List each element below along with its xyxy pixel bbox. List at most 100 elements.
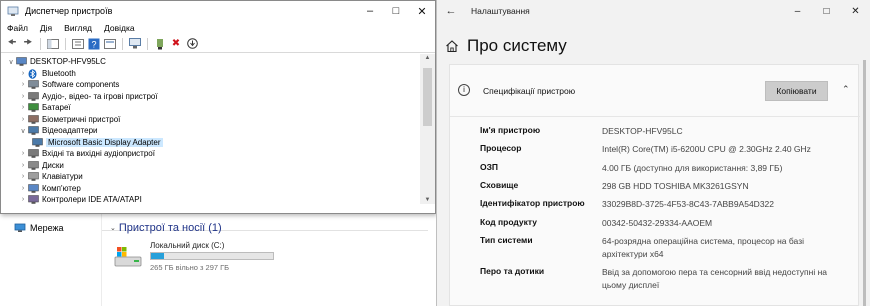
drive-usage-fill (151, 253, 165, 259)
spec-value: 64-розрядна операційна система, процесор… (602, 236, 804, 259)
vertical-scrollbar[interactable]: ▲ ▼ (420, 54, 435, 204)
toolbar-separator (40, 37, 41, 50)
close-button[interactable]: ✕ (409, 1, 435, 21)
spec-key: Процесор (480, 143, 522, 153)
close-button[interactable]: ✕ (841, 0, 870, 22)
details-icon[interactable] (103, 37, 117, 51)
keyboard-icon (28, 172, 39, 182)
tree-category[interactable]: › Software components (18, 79, 120, 91)
tree-category[interactable]: › Аудіо-, відео- та ігрові пристрої (18, 91, 158, 103)
tree-item-label: Вхідні та вихідні аудіопристрої (42, 149, 155, 159)
tree-category[interactable]: › Диски (18, 160, 64, 172)
tree-root[interactable]: ∨ DESKTOP-HFV95LC (6, 56, 106, 68)
component-icon (28, 80, 39, 90)
tree-category[interactable]: ∨ Відеоадаптери (18, 125, 98, 137)
tree-category[interactable]: › Біометричні пристрої (18, 114, 121, 126)
chevron-down-icon[interactable]: ∨ (6, 58, 16, 66)
display-adapter-icon (32, 138, 43, 147)
back-arrow-icon[interactable]: 🠜 (5, 37, 19, 51)
update-driver-icon[interactable] (153, 37, 167, 51)
minimize-button[interactable]: – (357, 1, 383, 21)
back-arrow-icon[interactable]: ← (437, 5, 465, 17)
menu-view[interactable]: Вигляд (64, 23, 92, 33)
scan-hardware-icon[interactable] (128, 37, 142, 51)
info-icon: i (458, 84, 470, 96)
home-icon[interactable] (445, 39, 459, 53)
page-title: Про систему (467, 36, 567, 55)
chevron-down-icon: ⌄ (110, 225, 116, 232)
device-manager-icon (7, 6, 19, 16)
drive-item-c[interactable]: Локальний диск (C:) 265 ГБ вільно з 297 … (114, 241, 274, 272)
chevron-right-icon[interactable]: › (18, 150, 28, 157)
chevron-right-icon[interactable]: › (18, 93, 28, 100)
device-specs-header[interactable]: i Специфікації пристрою Копіювати ⌃ (450, 65, 860, 117)
tree-category[interactable]: › Вхідні та вихідні аудіопристрої (18, 148, 155, 160)
nav-item-network[interactable]: Мережа (14, 223, 64, 233)
help-icon[interactable]: ? (87, 37, 101, 51)
scroll-up-arrow-icon[interactable]: ▲ (420, 55, 435, 61)
device-specs-panel: i Специфікації пристрою Копіювати ⌃ Ім'я… (449, 64, 860, 306)
chevron-right-icon[interactable]: › (18, 81, 28, 88)
disk-icon (28, 161, 39, 170)
maximize-button[interactable]: □ (812, 0, 841, 22)
properties-icon[interactable] (71, 37, 85, 51)
spec-value: 298 GB HDD TOSHIBA MK3261GSYN (602, 181, 749, 191)
display-adapter-icon (28, 126, 39, 136)
chevron-right-icon[interactable]: › (18, 185, 28, 192)
enable-device-icon[interactable] (185, 37, 199, 51)
uninstall-device-icon[interactable]: ✖ (169, 37, 183, 51)
spec-value: 4.00 ГБ (доступно для використання: 3,89… (602, 163, 783, 173)
tree-item-label: DESKTOP-HFV95LC (30, 57, 106, 67)
menu-action[interactable]: Дія (40, 23, 52, 33)
spec-key: ОЗП (480, 162, 499, 172)
chevron-right-icon[interactable]: › (18, 70, 28, 77)
chevron-right-icon[interactable]: › (18, 104, 28, 111)
spec-value: 33029B8D-3725-4F53-8C43-7ABB9A54D322 (602, 199, 775, 209)
tree-category[interactable]: › Комп'ютер (18, 183, 81, 195)
tree-category[interactable]: › Контролери IDE ATA/ATAPI (18, 194, 142, 204)
chevron-right-icon[interactable]: › (18, 173, 28, 180)
forward-arrow-icon[interactable]: 🠞 (21, 37, 35, 51)
tree-category[interactable]: › Клавіатури (18, 171, 83, 183)
speaker-icon (28, 149, 39, 159)
maximize-button[interactable]: □ (383, 1, 409, 21)
chevron-up-icon[interactable]: ⌃ (842, 84, 850, 95)
chevron-down-icon[interactable]: ∨ (18, 127, 28, 135)
group-title: Пристрої та носії (1) (118, 222, 222, 234)
menu-help[interactable]: Довідка (104, 23, 135, 33)
copy-button[interactable]: Копіювати (765, 81, 828, 101)
file-explorer-window: Мережа ⌄ Пристрої та носії (1) Локальний… (0, 210, 436, 306)
device-tree: ∨ DESKTOP-HFV95LC › Bluetooth › Software comp… (2, 54, 420, 204)
tree-category[interactable]: › Bluetooth (18, 68, 76, 80)
tree-item-label: Біометричні пристрої (42, 114, 121, 124)
title-bar[interactable]: Диспетчер пристроїв – □ ✕ (1, 1, 435, 21)
show-hide-console-tree-icon[interactable] (46, 37, 60, 51)
minimize-button[interactable]: – (783, 0, 812, 22)
device-manager-window: Диспетчер пристроїв – □ ✕ Файл Дія Вигля… (0, 0, 436, 214)
chevron-right-icon[interactable]: › (18, 162, 28, 169)
group-header-devices[interactable]: ⌄ Пристрої та носії (1) (110, 222, 222, 234)
drive-name: Локальний диск (C:) (150, 241, 225, 250)
scroll-down-arrow-icon[interactable]: ▼ (420, 197, 435, 203)
menu-file[interactable]: Файл (7, 23, 28, 33)
computer-icon (16, 57, 27, 67)
hard-drive-icon (114, 247, 142, 267)
settings-window-title: Налаштування (471, 6, 530, 16)
settings-scrollbar[interactable] (863, 60, 866, 306)
tree-category[interactable]: › Батареї (18, 102, 71, 114)
tree-item-label: Відеоадаптери (42, 126, 98, 136)
controller-icon (28, 195, 39, 204)
desktop: Мережа ⌄ Пристрої та носії (1) Локальний… (0, 0, 870, 306)
tree-item-label: Контролери IDE ATA/ATAPI (42, 195, 142, 204)
settings-window: ← Налаштування – □ ✕ Про систему i Специ… (436, 0, 870, 306)
chevron-right-icon[interactable]: › (18, 116, 28, 123)
nav-item-label: Мережа (30, 223, 64, 233)
toolbar-separator (122, 37, 123, 50)
settings-title-bar[interactable]: ← Налаштування – □ ✕ (437, 0, 870, 22)
chevron-right-icon[interactable]: › (18, 196, 28, 203)
tree-child-item[interactable]: Microsoft Basic Display Adapter (32, 137, 163, 149)
drive-free-space: 265 ГБ вільно з 297 ГБ (150, 263, 230, 272)
spec-value: 00342-50432-29334-AAOEM (602, 218, 713, 228)
speaker-icon (28, 92, 39, 101)
scroll-thumb[interactable] (423, 68, 432, 126)
